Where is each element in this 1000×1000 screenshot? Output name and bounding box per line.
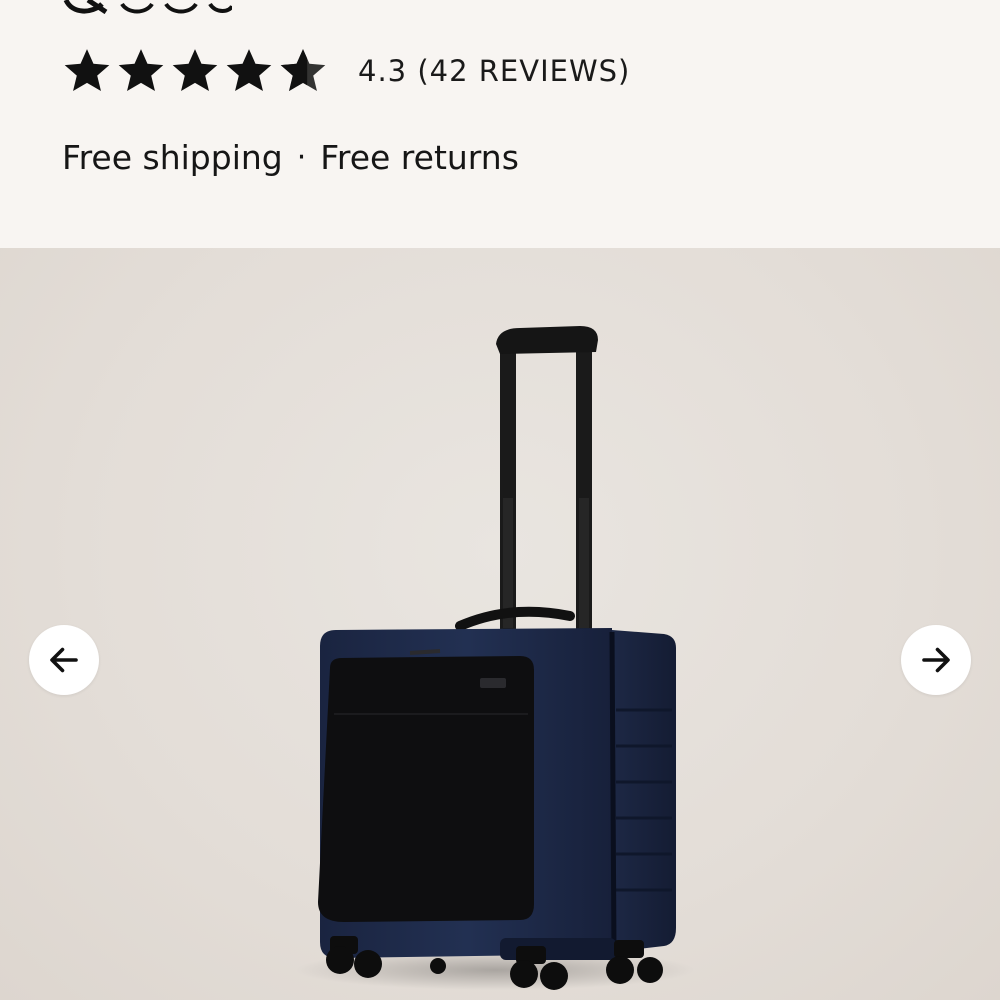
star-half-icon — [280, 49, 326, 91]
free-returns-label: Free returns — [320, 138, 519, 177]
separator-dot: · — [296, 140, 307, 175]
product-header: 4.3 (42 REVIEWS) Free shipping · Free re… — [0, 0, 1000, 248]
shipping-info: Free shipping · Free returns — [62, 138, 519, 177]
star-icon — [226, 49, 272, 91]
review-count-link[interactable]: 4.3 (42 REVIEWS) — [358, 54, 630, 88]
star-rating — [62, 46, 328, 96]
suitcase-product-image — [295, 326, 695, 990]
star-icon — [172, 49, 218, 91]
arrow-right-icon — [922, 647, 950, 673]
star-icon — [64, 49, 110, 91]
free-shipping-label: Free shipping — [62, 138, 283, 177]
title-glyphs-cropped — [63, 0, 232, 14]
gallery-prev-button[interactable] — [29, 625, 99, 695]
rating-row[interactable]: 4.3 (42 REVIEWS) — [62, 44, 630, 98]
product-title-partial — [62, 0, 232, 14]
product-image-gallery[interactable] — [0, 248, 1000, 1000]
arrow-left-icon — [50, 647, 78, 673]
gallery-next-button[interactable] — [901, 625, 971, 695]
star-icon — [118, 49, 164, 91]
